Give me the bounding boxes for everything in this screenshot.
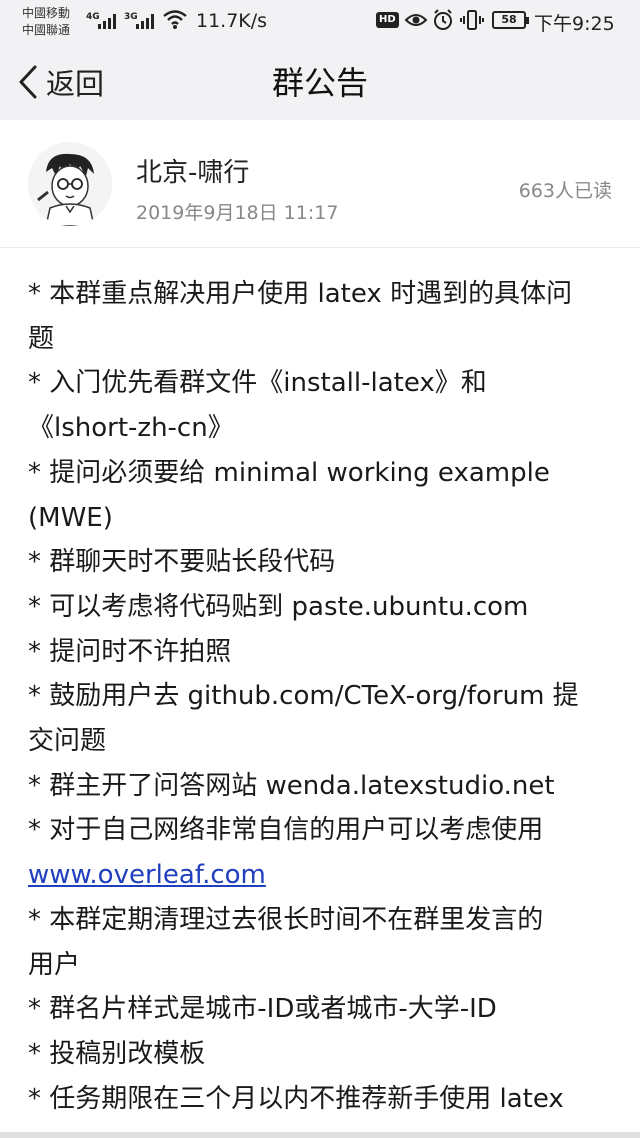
notice-line: * 对于自己网络非常自信的用户可以考虑使用 — [28, 815, 544, 846]
post-timestamp: 2019年9月18日 11:17 — [136, 202, 339, 224]
notice-line: (MWE) — [28, 502, 113, 533]
chevron-left-icon — [19, 65, 37, 99]
avatar-illustration — [28, 142, 112, 226]
overleaf-link[interactable]: www.overleaf.com — [28, 860, 266, 890]
read-count[interactable]: 663人已读 — [519, 176, 612, 203]
author-name[interactable]: 北京-啸行 — [136, 152, 249, 189]
notice-line: 题 — [28, 323, 55, 354]
wifi-icon — [163, 10, 187, 29]
notice-line: 《lshort-zh-cn》 — [28, 413, 234, 444]
battery-icon: 58 — [492, 11, 529, 29]
nav-bar: 返回 群公告 — [0, 46, 640, 120]
avatar[interactable] — [28, 142, 112, 226]
notice-line: * 可以考虑将代码贴到 paste.ubuntu.com — [28, 591, 529, 622]
status-bar: 中國移動 中國聯通 4G 3G 11.7K/s HD 58 下午9:25 — [0, 0, 640, 46]
battery-level: 58 — [501, 13, 517, 26]
hd-badge: HD — [376, 12, 399, 28]
eye-icon — [404, 14, 428, 26]
carrier-names: 中國移動 中國聯通 — [22, 5, 70, 39]
notice-line: * 本群定期清理过去很长时间不在群里发言的 — [28, 904, 544, 935]
notice-line: * 任务期限在三个月以内不推荐新手使用 latex — [28, 1083, 564, 1114]
carrier-1: 中國移動 — [22, 6, 71, 20]
notice-line: 交问题 — [28, 726, 107, 757]
notice-line: * 群主开了问答网站 wenda.latexstudio.net — [28, 770, 555, 801]
announcement-body: * 本群重点解决用户使用 latex 时遇到的具体问 题 * 入门优先看群文件《… — [28, 272, 618, 1121]
notice-line: * 本群重点解决用户使用 latex 时遇到的具体问 — [28, 279, 573, 309]
notice-line: * 投稿别改模板 — [28, 1038, 206, 1069]
notice-line: * 入门优先看群文件《install-latex》和 — [28, 368, 487, 399]
notice-line: 用户 — [28, 949, 81, 980]
notice-line: * 提问必须要给 minimal working example — [28, 457, 550, 488]
vibrate-icon — [460, 10, 484, 30]
carrier-2: 中國聯通 — [22, 23, 71, 37]
back-button[interactable]: 返回 — [18, 62, 104, 102]
alarm-icon — [434, 9, 452, 30]
bottom-divider — [0, 1132, 640, 1138]
network-speed: 11.7K/s — [196, 10, 268, 32]
notice-line: * 提问时不许拍照 — [28, 636, 232, 667]
notice-line: * 群名片样式是城市-ID或者城市-大学-ID — [28, 994, 497, 1025]
signal-icon — [136, 13, 154, 29]
signal-icon — [98, 13, 116, 29]
back-label: 返回 — [46, 67, 105, 101]
notice-line: * 鼓励用户去 github.com/CTeX-org/forum 提 — [28, 681, 579, 712]
status-time: 下午9:25 — [534, 13, 615, 35]
notice-line: * 群聊天时不要贴长段代码 — [28, 547, 336, 578]
announcement-header: 北京-啸行 2019年9月18日 11:17 663人已读 — [0, 120, 640, 248]
